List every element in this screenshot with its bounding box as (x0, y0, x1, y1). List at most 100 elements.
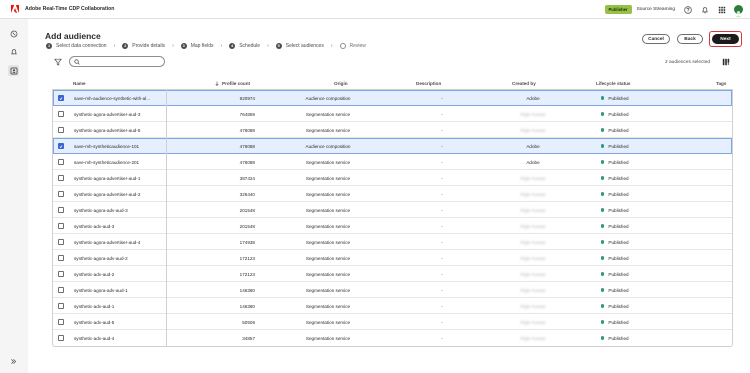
row-checkbox-cell (58, 106, 65, 122)
row-checkbox[interactable] (58, 287, 64, 293)
avatar[interactable] (734, 5, 743, 18)
column-header-lifecycle-status[interactable]: Lifecycle status (596, 81, 630, 86)
origin: Segmentation service (305, 335, 351, 341)
description: - (441, 303, 443, 309)
audience-name[interactable]: synthetic-agora-advertiser-aud-5 (74, 122, 164, 138)
table-row[interactable]: synthetic-agora-advertiser-aud-3 764859 Se… (53, 106, 732, 122)
table-row[interactable]: synthetic-adv-aud-3 201548 Segmentation se… (53, 218, 732, 234)
step-label: Select audiences (285, 43, 324, 49)
table-row[interactable]: synthetic-agora-adv-aud-2 172123 Segmentat… (53, 250, 732, 266)
created-by: Rajiv Kumar (520, 255, 546, 261)
table-row[interactable]: synthetic-agora-advertiser-aud-4 174938 Se… (53, 234, 732, 250)
row-checkbox-cell (58, 218, 65, 234)
table-row[interactable]: synthetic-adv-aud-4 34857 Segmentation ser… (53, 330, 732, 346)
step-provide-details[interactable]: 2 Provide details (122, 43, 165, 49)
column-header-profile-count[interactable]: Profile count (215, 81, 250, 86)
row-checkbox[interactable] (58, 111, 64, 117)
step-map-fields[interactable]: 3 Map fields (180, 43, 214, 49)
nav-audiences[interactable] (8, 65, 19, 76)
bell-icon[interactable] (700, 5, 709, 14)
row-checkbox[interactable] (58, 271, 64, 277)
apps-grid-icon[interactable] (717, 5, 726, 14)
table-row[interactable]: synthetic-agora-adv-aud-1 146380 Segmentat… (53, 282, 732, 298)
audience-name[interactable]: synthetic-agora-adv-aud-1 (74, 282, 164, 298)
audience-name[interactable]: synthetic-adv-aud-4 (74, 330, 164, 346)
origin: Segmentation service (305, 255, 351, 261)
search-field[interactable] (69, 56, 165, 67)
audience-name[interactable]: synthetic-adv-aud-3 (74, 218, 164, 234)
row-checkbox-cell (58, 314, 65, 330)
column-header-created-by[interactable]: Created by (512, 81, 536, 86)
table-row[interactable]: save-mh-audience-synthetic-with-al... 920… (53, 90, 732, 106)
table-row[interactable]: synthetic-adv-aud-5 50506 Segmentation ser… (53, 314, 732, 330)
origin: Segmentation service (305, 159, 351, 165)
nav-expand[interactable] (8, 356, 19, 367)
table-row[interactable]: save-mh-syntheticaudience-101 476088 Audie… (53, 138, 732, 154)
search-input[interactable] (83, 59, 163, 64)
status-label: Published (608, 143, 629, 149)
table-row[interactable]: synthetic-adv-aud-1 146380 Segmentation se… (53, 298, 732, 314)
row-checkbox[interactable] (58, 335, 64, 341)
profile-count: 476088 (239, 127, 255, 133)
row-checkbox[interactable] (58, 127, 64, 133)
table-row[interactable]: synthetic-agora-adv-aud-3 201548 Segmentat… (53, 202, 732, 218)
origin: Segmentation service (305, 223, 351, 229)
table-row[interactable]: synthetic-agora-advertiser-aud-5 476088 Se… (53, 122, 732, 138)
row-checkbox[interactable] (58, 175, 64, 181)
row-checkbox[interactable] (58, 191, 64, 197)
cancel-button[interactable]: Cancel (642, 34, 670, 44)
audience-name[interactable]: synthetic-adv-aud-2 (74, 266, 164, 282)
audience-name[interactable]: save-mh-syntheticaudience-101 (74, 138, 164, 154)
column-divider (166, 266, 167, 282)
audience-name[interactable]: synthetic-agora-adv-aud-3 (74, 202, 164, 218)
status-dot-icon (601, 192, 605, 196)
status-label: Published (608, 239, 629, 245)
column-settings-icon[interactable] (722, 58, 730, 66)
column-header-tags[interactable]: Tags (716, 81, 726, 86)
row-checkbox[interactable] (58, 207, 64, 213)
adobe-logo-icon[interactable] (11, 5, 19, 13)
column-header-origin[interactable]: Origin (334, 81, 348, 86)
origin: Audience composition (305, 95, 351, 101)
origin: Segmentation service (305, 287, 351, 293)
row-checkbox[interactable] (58, 239, 64, 245)
source-label[interactable]: Source Streaming (637, 7, 675, 12)
audience-name[interactable]: save-mh-audience-synthetic-with-al... (74, 90, 164, 106)
next-button[interactable]: Next (712, 34, 739, 44)
row-checkbox[interactable] (58, 303, 64, 309)
table-row[interactable]: save-mh-syntheticaudience-201 476088 Segme… (53, 154, 732, 170)
step-schedule[interactable]: 4 Schedule (229, 43, 260, 49)
help-icon[interactable] (683, 5, 692, 14)
filter-icon[interactable] (54, 58, 62, 66)
row-checkbox[interactable] (58, 95, 64, 101)
audience-name[interactable]: synthetic-agora-advertiser-aud-2 (74, 186, 164, 202)
role-badge: Publisher (604, 5, 632, 14)
column-header-name[interactable]: Name (73, 81, 86, 86)
row-checkbox[interactable] (58, 255, 64, 261)
row-checkbox[interactable] (58, 143, 64, 149)
nav-notifications[interactable] (8, 46, 19, 57)
step-review[interactable]: Review (339, 43, 366, 49)
nav-connect[interactable] (8, 28, 19, 39)
audience-name[interactable]: synthetic-agora-advertiser-aud-1 (74, 170, 164, 186)
audience-name[interactable]: synthetic-agora-adv-aud-2 (74, 250, 164, 266)
step-select-data-connection[interactable]: 1 Select data connection (46, 43, 107, 49)
lifecycle-status: Published (601, 266, 681, 282)
audience-name[interactable]: save-mh-syntheticaudience-201 (74, 154, 164, 170)
table-row[interactable]: synthetic-agora-advertiser-aud-2 326440 Se… (53, 186, 732, 202)
audience-name[interactable]: synthetic-agora-advertiser-aud-4 (74, 234, 164, 250)
row-checkbox[interactable] (58, 223, 64, 229)
row-checkbox[interactable] (58, 319, 64, 325)
lifecycle-status: Published (601, 90, 681, 106)
description: - (441, 271, 443, 277)
row-checkbox[interactable] (58, 159, 64, 165)
column-header-description[interactable]: Description (416, 81, 441, 86)
back-button[interactable]: Back (677, 34, 703, 44)
step-select-audiences[interactable]: 5 Select audiences (275, 43, 324, 49)
table-row[interactable]: synthetic-agora-advertiser-aud-1 387424 Se… (53, 170, 732, 186)
audience-name[interactable]: synthetic-agora-advertiser-aud-3 (74, 106, 164, 122)
audience-name[interactable]: synthetic-adv-aud-1 (74, 298, 164, 314)
table-row[interactable]: synthetic-adv-aud-2 172123 Segmentation se… (53, 266, 732, 282)
origin: Segmentation service (305, 111, 351, 117)
audience-name[interactable]: synthetic-adv-aud-5 (74, 314, 164, 330)
